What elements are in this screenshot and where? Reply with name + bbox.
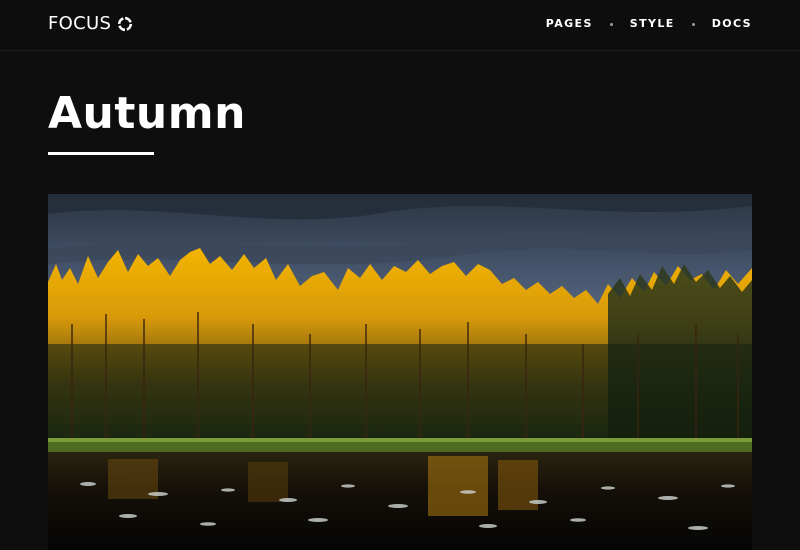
hero-image <box>48 194 752 550</box>
page-title: Autumn <box>48 88 246 139</box>
nav-separator <box>691 22 695 26</box>
site-logo[interactable]: FOCUS <box>48 14 133 34</box>
logo-text: FOCUS <box>48 13 112 34</box>
site-header: FOCUS PAGES STYLE DOCS <box>0 0 800 51</box>
ring-icon <box>118 16 133 32</box>
nav-item-pages[interactable]: PAGES <box>546 17 593 31</box>
nav-item-style[interactable]: STYLE <box>630 17 675 31</box>
main-nav: PAGES STYLE DOCS <box>546 17 752 31</box>
title-underline <box>48 152 154 155</box>
nav-item-docs[interactable]: DOCS <box>712 17 752 31</box>
nav-separator <box>609 22 613 26</box>
forest-lake-picture <box>48 194 752 550</box>
